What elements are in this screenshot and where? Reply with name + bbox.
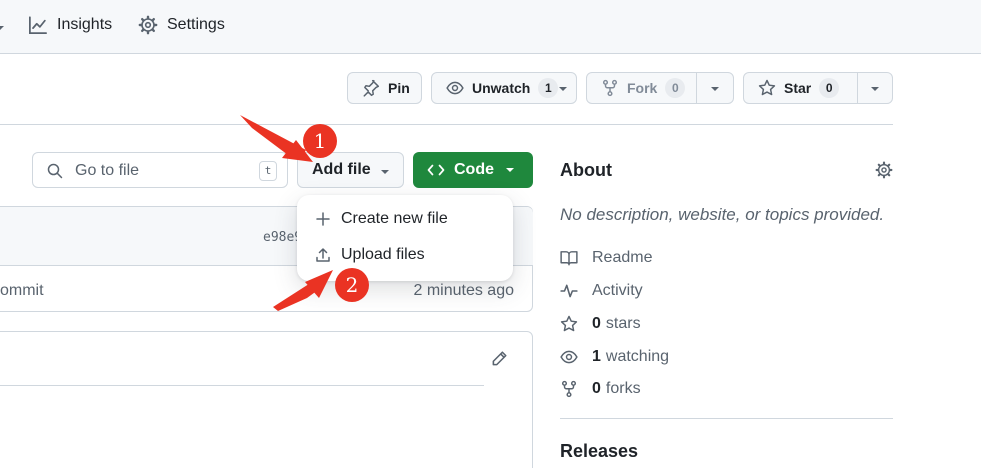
upload-files-label: Upload files <box>341 246 425 263</box>
upload-files-item[interactable]: Upload files <box>297 238 513 272</box>
search-icon <box>47 163 63 179</box>
fork-icon <box>602 79 618 97</box>
pencil-icon[interactable] <box>490 350 508 368</box>
book-icon <box>560 251 578 266</box>
tab-insights-label: Insights <box>57 16 113 33</box>
tab-settings[interactable]: Settings <box>138 15 225 35</box>
about-watching-link[interactable]: 1 watching <box>560 348 669 366</box>
readme-panel <box>0 331 533 468</box>
annotation-step-1: 1 <box>303 124 337 158</box>
chevron-down-icon[interactable] <box>871 86 879 92</box>
star-counter: 0 <box>819 78 840 98</box>
forks-count: 0 <box>592 380 601 397</box>
star-split-divider <box>857 73 858 103</box>
add-file-label: Add file <box>312 161 371 178</box>
about-stars-link[interactable]: 0 stars <box>560 315 641 333</box>
chevron-down-icon <box>0 26 4 30</box>
add-file-button[interactable]: Add file <box>297 152 404 188</box>
chevron-down-icon[interactable] <box>711 86 719 92</box>
chevron-down-icon <box>559 87 567 91</box>
unwatch-label: Unwatch <box>472 80 531 96</box>
readme-header-divider <box>0 385 484 386</box>
repo-nav: Insights Settings <box>0 0 981 54</box>
eye-icon <box>560 350 578 364</box>
code-label: Code <box>454 161 494 178</box>
tab-insights[interactable]: Insights <box>28 15 112 35</box>
pin-button[interactable]: Pin <box>347 72 422 104</box>
fork-button[interactable]: Fork 0 <box>586 72 734 104</box>
fork-label: Fork <box>627 80 658 96</box>
upload-icon <box>316 248 330 262</box>
plus-icon <box>316 212 330 226</box>
activity-label: Activity <box>592 282 643 299</box>
chevron-down-icon <box>381 170 389 174</box>
pulse-icon <box>560 284 578 298</box>
annotation-step-2: 2 <box>335 268 369 302</box>
about-title: About <box>560 160 612 180</box>
readme-label: Readme <box>592 249 653 266</box>
watching-count: 1 <box>592 348 601 365</box>
code-icon <box>427 164 445 176</box>
create-new-file-label: Create new file <box>341 210 448 227</box>
go-to-file-input[interactable]: Go to file t <box>32 152 288 188</box>
about-description: No description, website, or topics provi… <box>560 205 885 224</box>
commit-time: 2 minutes ago <box>413 282 514 299</box>
stars-label: stars <box>605 315 641 332</box>
forks-label: forks <box>605 380 641 397</box>
search-placeholder: Go to file <box>75 162 140 179</box>
about-divider <box>560 418 893 419</box>
commit-message[interactable]: ommit <box>0 282 44 300</box>
eye-icon <box>446 81 464 95</box>
create-new-file-item[interactable]: Create new file <box>297 202 513 236</box>
unwatch-button[interactable]: Unwatch 1 <box>431 72 577 104</box>
code-button[interactable]: Code <box>413 152 533 188</box>
tab-settings-label: Settings <box>167 16 225 33</box>
star-icon <box>758 79 776 96</box>
add-file-menu: Create new file Upload files <box>297 195 513 281</box>
gear-icon[interactable] <box>875 161 893 179</box>
pin-label: Pin <box>388 80 410 96</box>
about-activity-link[interactable]: Activity <box>560 282 643 300</box>
watch-counter: 1 <box>538 78 559 98</box>
fork-split-divider <box>696 73 697 103</box>
fork-counter: 0 <box>665 78 686 98</box>
chevron-down-icon <box>506 168 514 172</box>
about-forks-link[interactable]: 0 forks <box>560 380 641 398</box>
graph-icon <box>29 16 47 34</box>
star-label: Star <box>784 80 812 96</box>
fork-icon <box>561 380 577 398</box>
releases-heading[interactable]: Releases <box>560 441 638 462</box>
pin-icon <box>363 79 380 97</box>
star-button[interactable]: Star 0 <box>743 72 893 104</box>
star-icon <box>560 315 578 332</box>
header-divider <box>0 124 893 125</box>
stars-count: 0 <box>592 315 601 332</box>
keyboard-shortcut: t <box>259 161 277 181</box>
watching-label: watching <box>605 348 670 365</box>
about-readme-link[interactable]: Readme <box>560 249 652 267</box>
gear-icon <box>138 15 158 35</box>
